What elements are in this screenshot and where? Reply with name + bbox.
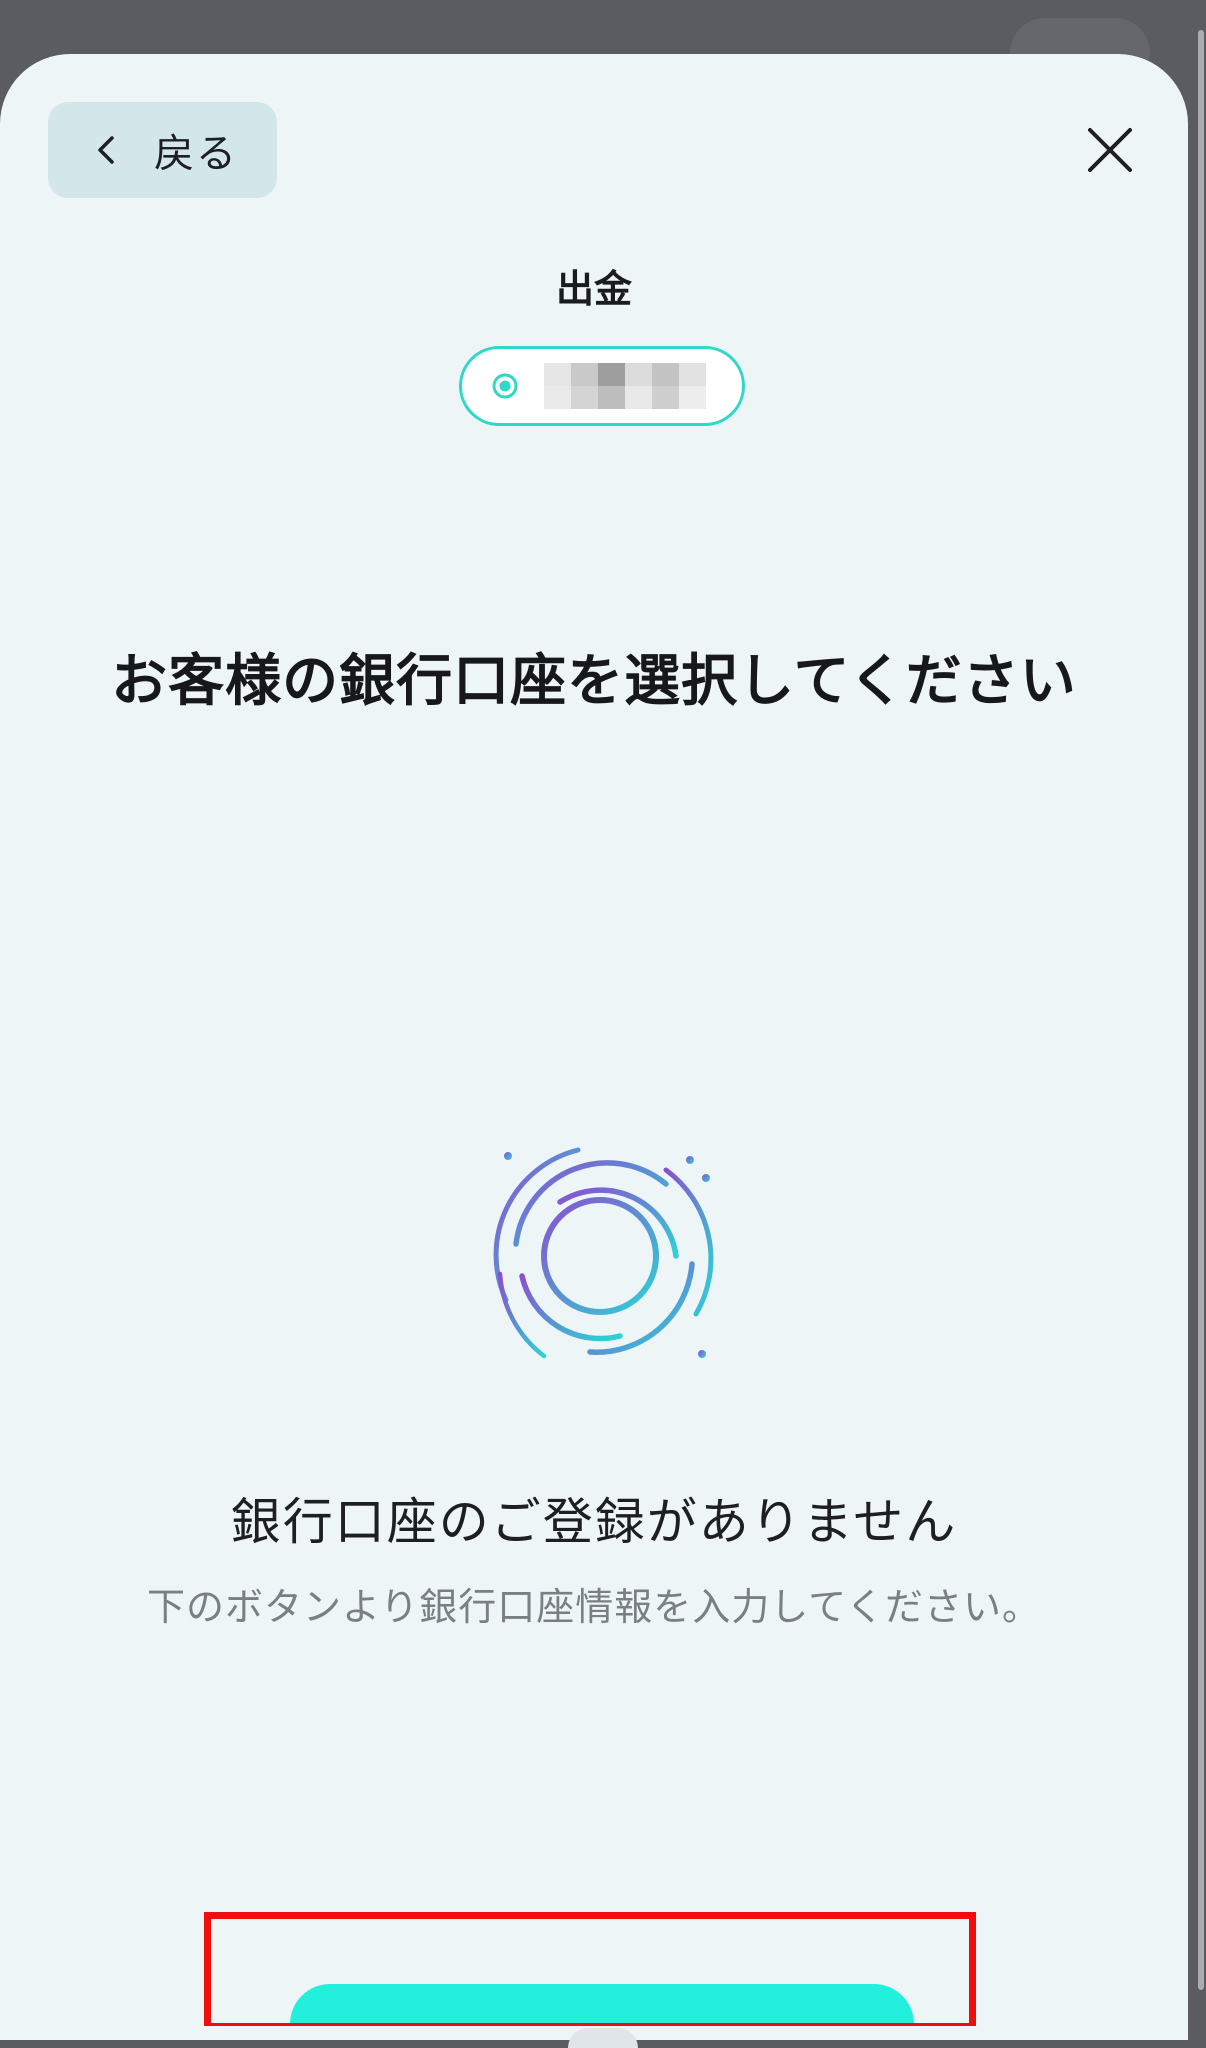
swirl-icon xyxy=(493,1147,714,1359)
redacted-account-name xyxy=(544,363,706,409)
close-icon[interactable] xyxy=(1080,120,1140,180)
select-account-heading: お客様の銀行口座を選択してください xyxy=(111,649,1077,714)
empty-state-subtitle: 下のボタンより銀行口座情報を入力してください。 xyxy=(147,1585,1041,1629)
withdrawal-sheet: 戻る 出金 お客様の銀行口座を選択してください 銀行口座のご登録がありません 下… xyxy=(0,54,1188,2040)
empty-state-title: 銀行口座のご登録がありません xyxy=(230,1493,958,1551)
back-button-label: 戻る xyxy=(154,131,238,177)
home-indicator xyxy=(568,2028,638,2048)
chevron-left-icon xyxy=(98,136,114,164)
page-title: 出金 xyxy=(555,267,632,311)
radio-selected-icon xyxy=(492,373,518,399)
account-selector-chip[interactable] xyxy=(459,346,745,426)
scrollbar-thumb[interactable] xyxy=(1198,30,1204,1990)
scrollbar-track[interactable] xyxy=(1194,0,1206,2040)
back-button[interactable]: 戻る xyxy=(48,102,277,198)
highlight-annotation-box xyxy=(204,1912,976,2030)
